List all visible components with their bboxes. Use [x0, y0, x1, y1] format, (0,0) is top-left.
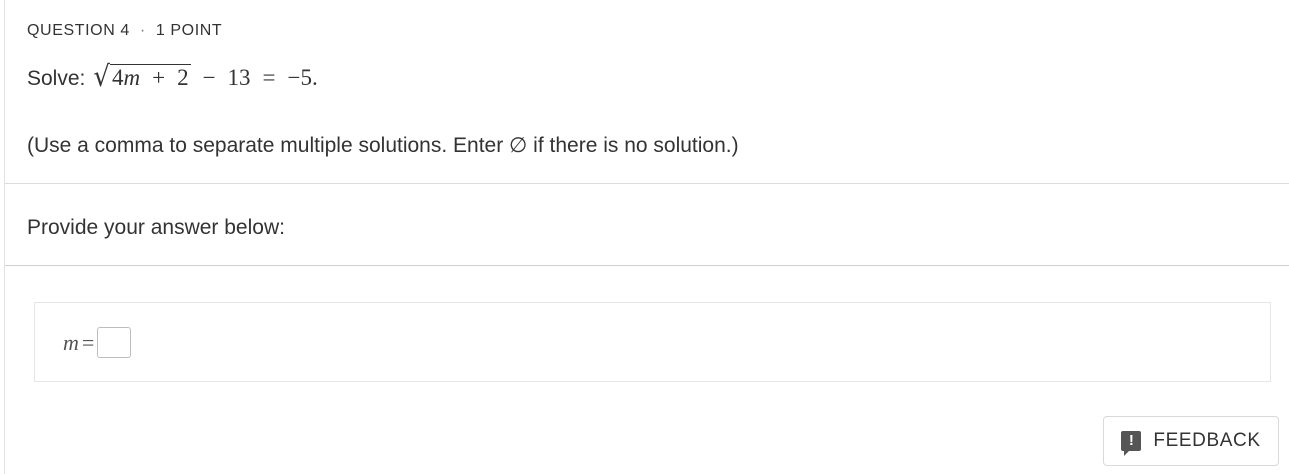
radicand-operator: +	[152, 65, 166, 90]
question-card: QUESTION 4 · 1 POINT Solve: √ 4m +2 −13 = −5.…	[4, 0, 1289, 474]
question-points: 1 POINT	[155, 22, 223, 39]
radicand-variable: m	[123, 65, 141, 90]
subtrahend: 13	[227, 65, 251, 91]
equals-sign: =	[262, 65, 276, 91]
prompt-label: Solve:	[27, 67, 86, 91]
header-separator: ·	[139, 22, 146, 39]
answer-heading: Provide your answer below:	[27, 216, 285, 239]
feedback-label: FEEDBACK	[1153, 430, 1261, 451]
answer-row: m =	[63, 327, 132, 358]
right-hand-side: −5.	[287, 65, 318, 91]
feedback-icon: !	[1121, 431, 1142, 456]
radicand-coefficient: 4	[111, 65, 124, 90]
answer-area: m =	[34, 302, 1271, 382]
answer-equals: =	[81, 329, 95, 355]
feedback-button[interactable]: ! FEEDBACK	[1103, 416, 1279, 466]
question-header: QUESTION 4 · 1 POINT	[27, 22, 222, 40]
radicand-constant: 2	[177, 65, 189, 90]
radicand: 4m +2	[109, 64, 191, 90]
square-root: √ 4m +2	[93, 60, 191, 94]
answer-input[interactable]	[97, 327, 132, 358]
divider	[5, 265, 1289, 266]
minus-sign: −	[202, 65, 216, 91]
answer-variable: m	[63, 329, 79, 355]
divider	[5, 183, 1289, 184]
equation: √ 4m +2 −13 = −5.	[85, 60, 318, 94]
radical-icon: √	[93, 60, 110, 94]
question-number: QUESTION 4	[27, 22, 130, 39]
question-prompt: Solve: √ 4m +2 −13 = −5.	[27, 60, 318, 94]
answer-instructions: (Use a comma to separate multiple soluti…	[27, 134, 739, 157]
